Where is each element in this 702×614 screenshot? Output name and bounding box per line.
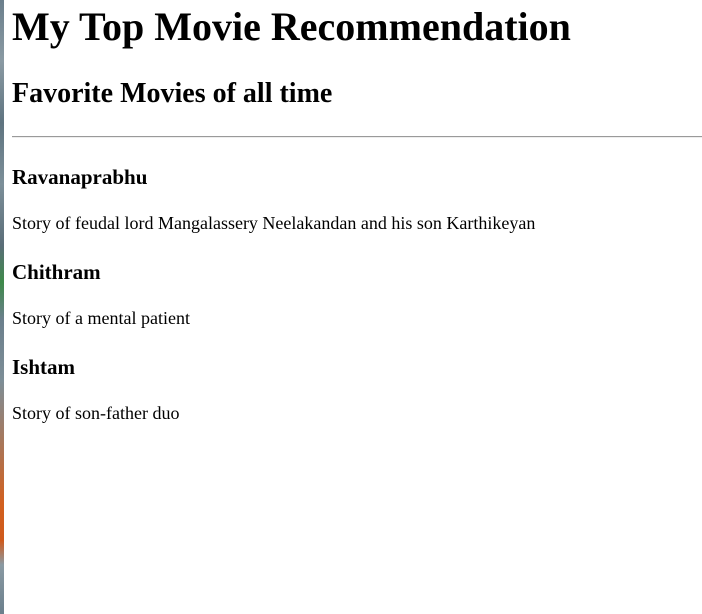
movie-title: Ishtam (12, 355, 76, 379)
movie-title: Ravanaprabhu (12, 165, 148, 189)
movie-item-chithram: Chithram Story of a mental patient (12, 259, 702, 329)
page-title: My Top Movie Recommendation (12, 4, 571, 49)
divider (12, 136, 702, 138)
page-subtitle: Favorite Movies of all time (12, 78, 333, 109)
movie-description: Story of a mental patient (12, 308, 190, 328)
movie-description: Story of feudal lord Mangalassery Neelak… (12, 213, 536, 233)
window-left-edge (0, 0, 4, 614)
movie-item-ravanaprabhu: Ravanaprabhu Story of feudal lord Mangal… (12, 164, 702, 234)
movie-title: Chithram (12, 260, 101, 284)
page-content: My Top Movie Recommendation Favorite Mov… (12, 0, 702, 424)
movie-description: Story of son-father duo (12, 403, 180, 423)
movie-item-ishtam: Ishtam Story of son-father duo (12, 354, 702, 424)
